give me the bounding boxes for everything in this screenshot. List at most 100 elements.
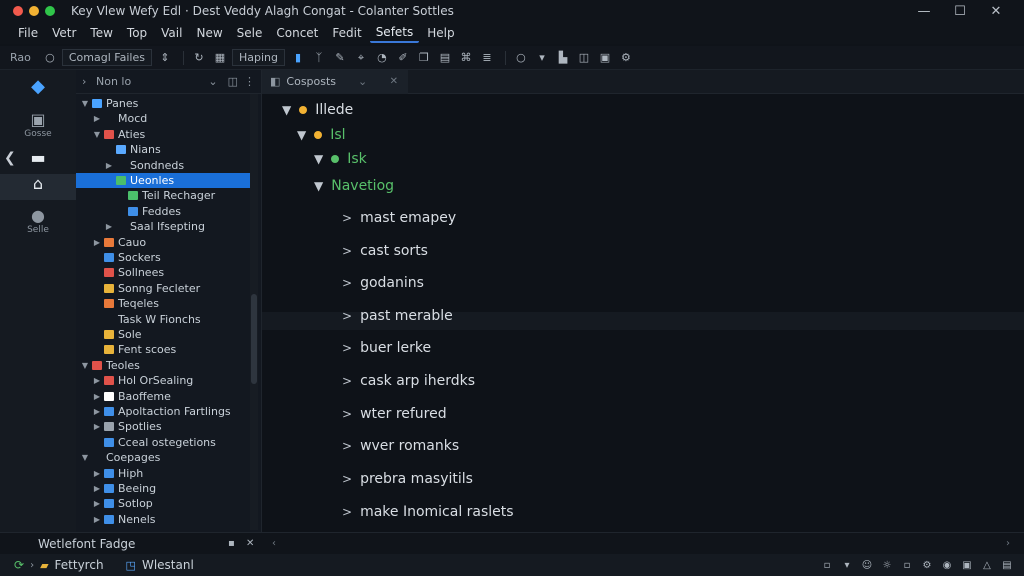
file-icon[interactable]: ▙ [554,49,572,67]
chevron-right-icon[interactable]: > [342,341,352,355]
close-icon[interactable]: ✕ [390,76,398,87]
tree-item[interactable]: ▶ Cauo [76,235,250,250]
chevron-right-icon[interactable]: ▶ [92,515,102,524]
status-sun-icon[interactable]: ☼ [880,558,894,572]
menu-item[interactable]: Help [421,24,460,42]
refresh-icon[interactable]: ↻ [190,49,208,67]
status-circle-icon[interactable]: ○ [512,49,530,67]
tree-item[interactable]: ▶ Hol OrSealing [76,373,250,388]
chevron-down-icon[interactable]: ▼ [92,130,102,139]
tree-item[interactable]: ▼ Panes [76,96,250,111]
dropdown-icon[interactable]: ▾ [533,49,551,67]
explorer-scrollbar[interactable] [250,94,258,530]
chevron-down-icon[interactable]: ▼ [80,361,90,370]
tools-icon[interactable]: ✎ [331,49,349,67]
package-icon[interactable]: ◫ [575,49,593,67]
outline-node[interactable]: > past merable [342,308,453,324]
status-item-branch[interactable]: Fettyrch [55,558,104,572]
tree-item[interactable]: ▶ Saal Ifsepting [76,219,250,234]
activity-item-monitor[interactable]: ▬ [0,148,76,172]
tree-item[interactable]: Task W Fionchs [76,312,250,327]
chevron-down-icon[interactable]: ⌄ [208,75,217,88]
outline-node[interactable]: > wver romanks [342,438,459,454]
menu-item[interactable]: Vetr [46,24,82,42]
menu-item[interactable]: File [12,24,44,42]
chevron-right-icon[interactable]: > [342,407,352,421]
menu-item[interactable]: Vail [155,24,188,42]
tree-item[interactable]: Feddes [76,204,250,219]
run-icon[interactable]: ▣ [596,49,614,67]
mode-combo[interactable]: Haping [231,49,285,66]
outline-node[interactable]: > prebra masyitils [342,471,473,487]
minimize-button[interactable]: — [906,0,942,22]
pin-icon[interactable]: ⇕ [156,49,174,67]
timer-icon[interactable]: ◔ [373,49,391,67]
chevron-right-icon[interactable]: > [342,439,352,453]
chevron-right-icon[interactable]: ▶ [104,222,114,231]
tree-item[interactable]: Sole [76,327,250,342]
chevron-right-icon[interactable]: ▶ [92,392,102,401]
menu-item[interactable]: Concet [270,24,324,42]
tree-item[interactable]: Teqeles [76,296,250,311]
chevron-right-icon[interactable]: ▶ [92,376,102,385]
menu-item[interactable]: Sefets [369,23,420,43]
status-gear-icon[interactable]: ⚙ [920,558,934,572]
doc-icon[interactable]: ▤ [436,49,454,67]
outline-node[interactable]: > wter refured [342,406,447,422]
menu-item[interactable]: Tew [84,24,119,42]
tab-cosposts[interactable]: ◧ Cosposts ⌄ ✕ [262,69,408,94]
status-item-workspace[interactable]: Wlestanl [142,558,194,572]
bookmark-icon[interactable]: ▮ [289,49,307,67]
menu-item[interactable]: Fedit [326,24,367,42]
panel-close-icon[interactable]: ✕ [246,538,254,549]
outline-node[interactable]: > cast sorts [342,243,428,259]
status-box-icon[interactable]: ▫ [900,558,914,572]
circle-icon[interactable]: ○ [41,49,59,67]
tree-item[interactable]: Fent scoes [76,342,250,357]
zoom-dot[interactable] [45,6,55,16]
tree-item[interactable]: ▶ Nenels [76,512,250,527]
tree-item[interactable]: ▶ Sotlop [76,496,250,511]
tree-item[interactable]: ▶ Sondneds [76,158,250,173]
chevron-down-icon[interactable]: ▼ [314,152,323,166]
activity-item-blocks[interactable]: ◆ [0,76,76,104]
menu-item[interactable]: Sele [231,24,269,42]
outline-node[interactable]: > cask arp iherdks [342,373,475,389]
panel-collapse-icon[interactable]: ‹ [272,538,276,549]
chevron-down-icon[interactable]: ⌄ [358,75,367,88]
tree-item[interactable]: ▶ Beeing [76,481,250,496]
chevron-down-icon[interactable]: ▼ [297,128,306,142]
chevron-down-icon[interactable]: ▼ [282,103,291,117]
chevron-right-icon[interactable]: ▶ [92,407,102,416]
tree-item[interactable]: ▶ Apoltaction Fartlings [76,404,250,419]
chevron-down-icon[interactable]: ▼ [80,453,90,462]
tree-item[interactable]: ▶ Hiph [76,466,250,481]
panel-title[interactable]: Wetlefont Fadge [38,537,135,551]
outline-node[interactable]: ▼ Isk [314,151,367,167]
sync-icon[interactable]: ⟳ [14,558,24,572]
grid-icon[interactable]: ▦ [211,49,229,67]
activity-item-book[interactable]: ▣ Gosse [0,110,76,144]
chevron-right-icon[interactable]: > [342,374,352,388]
menu-item[interactable]: Top [121,24,153,42]
panel-expand-icon[interactable]: › [1006,538,1010,549]
chevron-right-icon[interactable]: > [342,244,352,258]
chevron-right-icon[interactable]: ▶ [92,499,102,508]
tree-item[interactable]: ▼ Teoles [76,358,250,373]
status-dropdown-icon[interactable]: ▾ [840,558,854,572]
tree-item[interactable]: Sollnees [76,265,250,280]
more-icon[interactable]: ⋮ [244,75,255,88]
outline-node[interactable]: > godanins [342,275,424,291]
tree-item[interactable]: ▼ Coepages [76,450,250,465]
panel-maximize-icon[interactable]: ▪ [228,538,235,549]
chevron-right-icon[interactable]: > [342,309,352,323]
chevron-right-icon[interactable]: ▶ [92,469,102,478]
status-bell-icon[interactable]: ◉ [940,558,954,572]
branch-icon[interactable]: ᛉ [310,49,328,67]
tree-item[interactable]: Ueonles [76,173,250,188]
config-combo[interactable]: Comagl Failes [61,49,152,66]
outline-node[interactable]: ▼ Isl [297,127,346,143]
chevron-right-icon[interactable]: ▶ [92,238,102,247]
tree-item[interactable]: Nians [76,142,250,157]
status-person-icon[interactable]: ☺ [860,558,874,572]
